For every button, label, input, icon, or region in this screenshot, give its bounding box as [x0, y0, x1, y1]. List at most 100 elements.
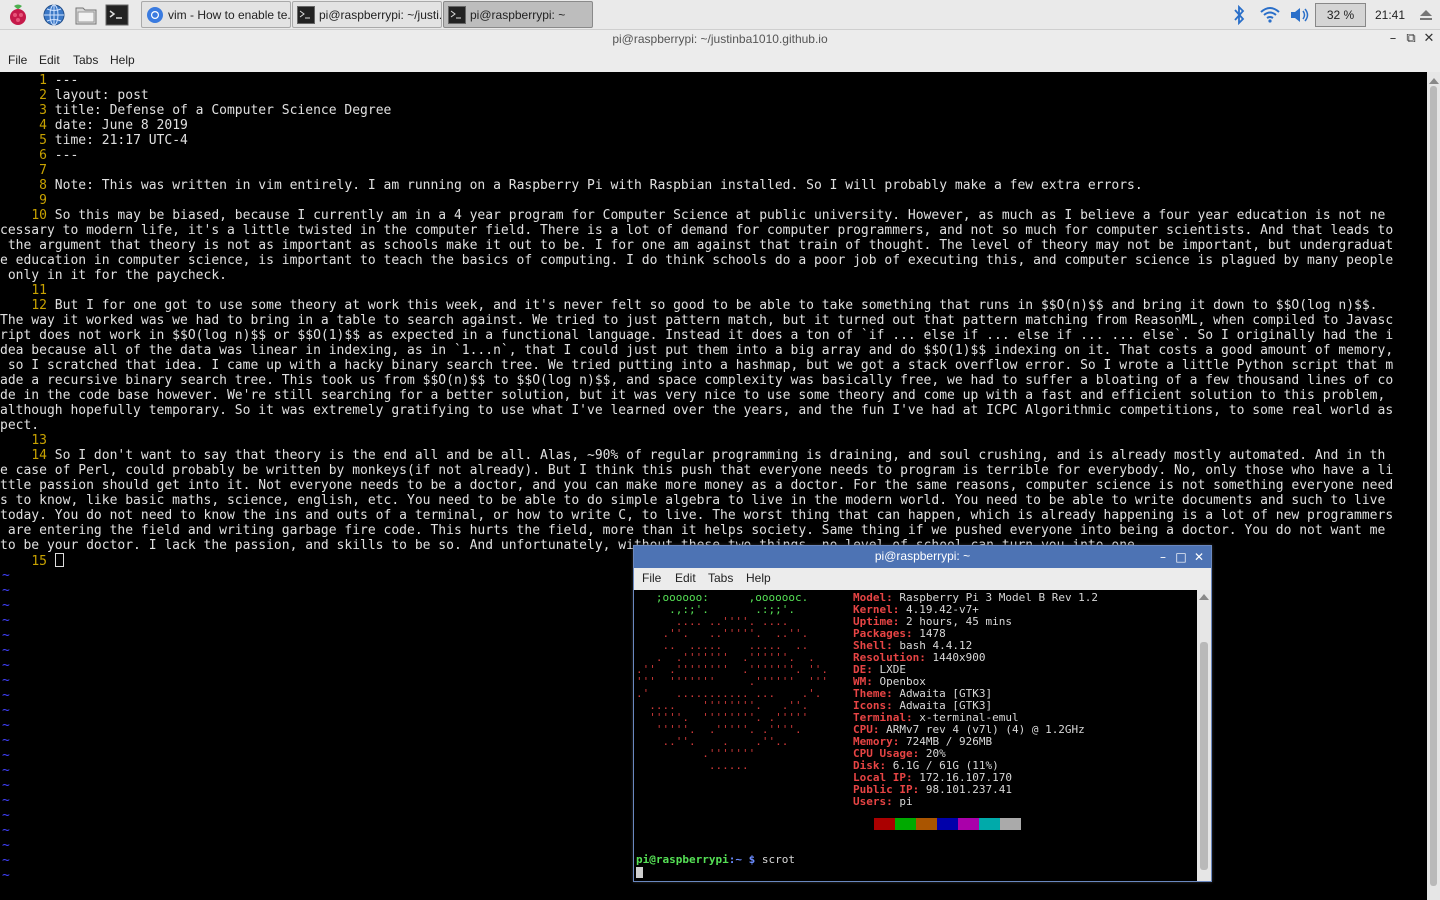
scroll-up-icon[interactable] — [1199, 594, 1209, 600]
line-text: only in it for the paycheck. — [0, 268, 227, 283]
terminal-icon[interactable] — [104, 2, 130, 28]
editor-line: 15 — [0, 553, 64, 569]
line-text: ade a recursive binary search tree. This… — [0, 373, 1394, 388]
terminal-titlebar[interactable]: pi@raspberrypi: ~ – □ ✕ — [634, 546, 1211, 568]
empty-line-tilde: ~ — [2, 613, 10, 628]
line-number: 7 — [39, 163, 47, 178]
editor-line: 2 layout: post — [0, 88, 149, 103]
editor-line: e education in computer science, is impo… — [0, 253, 1393, 268]
scroll-thumb[interactable] — [1200, 642, 1208, 870]
color-swatch — [895, 818, 916, 830]
prompt-user: pi@raspberrypi — [636, 853, 729, 866]
menu-edit[interactable]: Edit — [675, 568, 696, 588]
line-number: 3 — [39, 103, 47, 118]
editor-line: 6 --- — [0, 148, 78, 163]
menu-help[interactable]: Help — [110, 52, 135, 72]
main-menubar: File Edit Tabs Help — [0, 52, 1440, 72]
menu-help[interactable]: Help — [746, 568, 771, 588]
editor-line: 9 — [0, 193, 55, 208]
clock[interactable]: 21:41 — [1370, 0, 1410, 30]
line-text: --- — [54, 73, 79, 88]
main-window-titlebar[interactable]: pi@raspberrypi: ~/justinba1010.github.io… — [0, 30, 1440, 52]
line-number: 1 — [39, 73, 47, 88]
line-text: But I for one got to use some theory at … — [54, 298, 1378, 313]
empty-line-tilde: ~ — [2, 688, 10, 703]
shell-prompt: pi@raspberrypi:~ $ scrot — [636, 854, 795, 866]
task-label: pi@raspberrypi: ~/justi... — [319, 7, 441, 22]
bluetooth-icon[interactable] — [1229, 0, 1249, 30]
line-text: although hopefully temporary. So it was … — [0, 403, 1394, 418]
terminal-output[interactable]: ;oooooo: ,ooooooc. .,:;'. .:;;'. .... ..… — [634, 590, 1197, 881]
line-text: s to know, like basic maths, science, en… — [0, 493, 1386, 508]
color-swatch — [958, 818, 979, 830]
terminal-scrollbar[interactable] — [1197, 590, 1211, 881]
editor-line: ade a recursive binary search tree. This… — [0, 373, 1393, 388]
editor-line: only in it for the paycheck. — [0, 268, 227, 283]
menu-file[interactable]: File — [8, 52, 27, 72]
empty-line-tilde: ~ — [2, 733, 10, 748]
task-vim-chromium[interactable]: vim - How to enable te... — [141, 1, 291, 28]
empty-line-tilde: ~ — [2, 823, 10, 838]
line-text: So this may be biased, because I current… — [54, 208, 1386, 223]
line-text: so I scratched that idea. I came up with… — [0, 358, 1394, 373]
editor-line: ttle passion should get into it. Not eve… — [0, 478, 1393, 493]
terminal-title: pi@raspberrypi: ~ — [874, 549, 971, 563]
menu-tabs[interactable]: Tabs — [73, 52, 98, 72]
vim-cursor — [54, 553, 64, 567]
line-number: 10 — [31, 208, 47, 223]
line-number: 4 — [39, 118, 47, 133]
close-icon[interactable]: ✕ — [1190, 547, 1208, 567]
wifi-icon[interactable] — [1257, 0, 1283, 30]
scroll-up-icon[interactable] — [1429, 78, 1439, 84]
menu-tabs[interactable]: Tabs — [708, 568, 733, 588]
editor-line: 10 So this may be biased, because I curr… — [0, 208, 1385, 223]
color-swatch — [916, 818, 937, 830]
empty-line-tilde: ~ — [2, 868, 10, 883]
volume-icon[interactable] — [1287, 0, 1313, 30]
info-key: Users: — [853, 795, 893, 808]
line-number: 13 — [31, 433, 47, 448]
terminal-icon — [448, 5, 466, 24]
line-number: 6 — [39, 148, 47, 163]
color-swatch — [1000, 818, 1021, 830]
web-browser-icon[interactable] — [41, 2, 67, 28]
line-text: cessary to modern life, it's a little tw… — [0, 223, 1394, 238]
line-number: 12 — [31, 298, 47, 313]
empty-line-tilde: ~ — [2, 703, 10, 718]
editor-line: s to know, like basic maths, science, en… — [0, 493, 1385, 508]
line-number: 5 — [39, 133, 47, 148]
empty-line-tilde: ~ — [2, 808, 10, 823]
line-text: e case of Perl, could probably be writte… — [0, 463, 1394, 478]
line-text: the argument that theory is not as impor… — [0, 238, 1394, 253]
line-text: de in the code base however. We're still… — [0, 388, 1386, 403]
task-terminal-blog[interactable]: pi@raspberrypi: ~/justi... — [292, 1, 442, 28]
line-number: 15 — [31, 554, 47, 569]
editor-line: cessary to modern life, it's a little tw… — [0, 223, 1393, 238]
line-text: ript does not work in $$O(log n)$$ or $$… — [0, 328, 1394, 343]
editor-line: 5 time: 21:17 UTC-4 — [0, 133, 188, 148]
main-window-title: pi@raspberrypi: ~/justinba1010.github.io — [612, 32, 828, 46]
file-manager-icon[interactable] — [73, 2, 99, 28]
empty-line-tilde: ~ — [2, 643, 10, 658]
menu-edit[interactable]: Edit — [39, 52, 60, 72]
minimize-icon[interactable]: – — [1154, 547, 1172, 567]
task-terminal-home[interactable]: pi@raspberrypi: ~ — [443, 1, 593, 28]
menu-file[interactable]: File — [642, 568, 661, 588]
maximize-icon[interactable]: ⧉ — [1402, 30, 1420, 50]
scroll-thumb[interactable] — [1430, 86, 1437, 886]
raspberry-menu-icon[interactable] — [5, 2, 31, 28]
line-text: title: Defense of a Computer Science Deg… — [54, 103, 392, 118]
close-icon[interactable]: ✕ — [1420, 30, 1438, 50]
main-scrollbar[interactable] — [1427, 72, 1440, 900]
minimize-icon[interactable]: – — [1384, 30, 1402, 50]
maximize-icon[interactable]: □ — [1172, 547, 1190, 567]
terminal-cursor — [636, 867, 643, 878]
terminal-window[interactable]: pi@raspberrypi: ~ – □ ✕ File Edit Tabs H… — [633, 545, 1212, 882]
eject-icon[interactable] — [1416, 0, 1436, 30]
line-text: ttle passion should get into it. Not eve… — [0, 478, 1394, 493]
cpu-monitor[interactable]: 32 % — [1315, 3, 1366, 27]
empty-line-tilde: ~ — [2, 793, 10, 808]
empty-line-tilde: ~ — [2, 658, 10, 673]
prompt-command: scrot — [755, 853, 795, 866]
task-label: vim - How to enable te... — [168, 7, 290, 22]
